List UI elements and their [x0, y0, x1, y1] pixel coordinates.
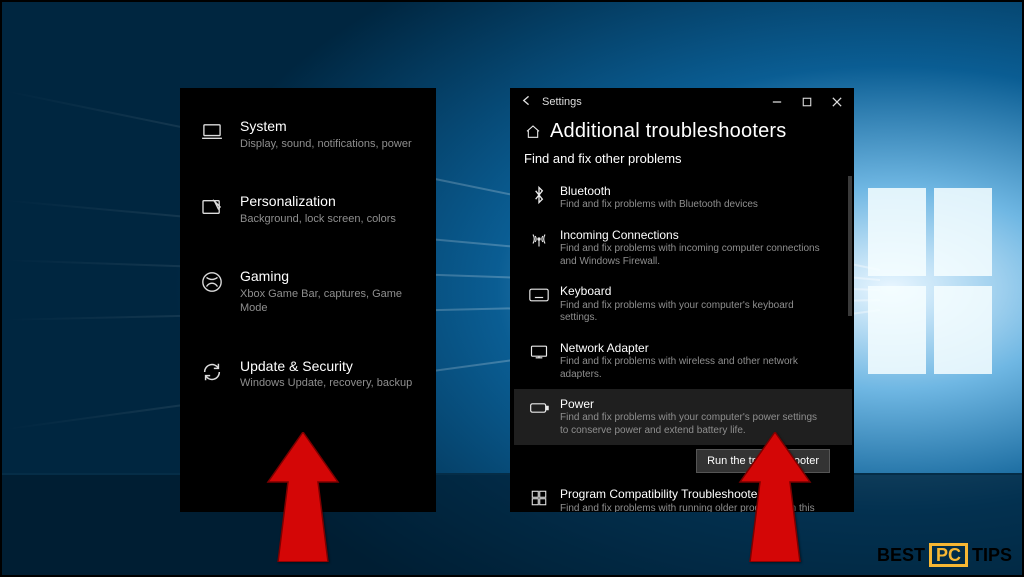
watermark-left: BEST — [877, 545, 925, 566]
watermark-mid: PC — [929, 543, 968, 567]
ts-item-desc: Find and fix problems with incoming comp… — [560, 243, 822, 268]
category-title: System — [240, 118, 412, 135]
ts-item-desc: Find and fix problems with your computer… — [560, 300, 822, 325]
ts-item-title: Network Adapter — [560, 341, 822, 355]
category-personalization[interactable]: Personalization Background, lock screen,… — [180, 183, 436, 236]
ts-item-title: Keyboard — [560, 284, 822, 298]
page-title: Additional troubleshooters — [550, 120, 786, 143]
category-title: Update & Security — [240, 358, 412, 375]
window-titlebar: Settings — [510, 88, 854, 116]
power-icon — [528, 397, 550, 419]
category-system[interactable]: System Display, sound, notifications, po… — [180, 108, 436, 161]
watermark-right: TIPS — [972, 545, 1012, 566]
window-title: Settings — [542, 96, 582, 108]
ts-item-title: Incoming Connections — [560, 228, 822, 242]
keyboard-icon — [528, 284, 550, 306]
category-subtitle: Display, sound, notifications, power — [240, 137, 412, 151]
back-button[interactable] — [518, 95, 534, 109]
page-subheading: Find and fix other problems — [510, 145, 854, 176]
personalize-icon — [198, 193, 226, 221]
ts-item-desc: Find and fix problems with wireless and … — [560, 356, 822, 381]
category-subtitle: Xbox Game Bar, captures, Game Mode — [240, 287, 418, 316]
close-button[interactable] — [822, 88, 852, 116]
category-subtitle: Windows Update, recovery, backup — [240, 376, 412, 390]
troubleshooter-bluetooth[interactable]: Bluetooth Find and fix problems with Blu… — [514, 176, 852, 220]
antenna-icon — [528, 228, 550, 250]
xbox-icon — [198, 268, 226, 296]
network-icon — [528, 341, 550, 363]
scrollbar-thumb[interactable] — [848, 176, 852, 316]
category-title: Gaming — [240, 268, 418, 285]
minimize-button[interactable] — [762, 88, 792, 116]
ts-item-title: Power — [560, 397, 822, 411]
update-icon — [198, 358, 226, 386]
troubleshooter-incoming-connections[interactable]: Incoming Connections Find and fix proble… — [514, 220, 852, 276]
home-icon[interactable] — [524, 123, 542, 141]
troubleshooter-network-adapter[interactable]: Network Adapter Find and fix problems wi… — [514, 333, 852, 389]
watermark: BEST PC TIPS — [877, 543, 1012, 567]
ts-item-desc: Find and fix problems with Bluetooth dev… — [560, 199, 758, 212]
scrollbar[interactable] — [848, 176, 852, 512]
ts-item-title: Bluetooth — [560, 184, 758, 198]
page-heading-row: Additional troubleshooters — [510, 116, 854, 145]
category-update-security[interactable]: Update & Security Windows Update, recove… — [180, 348, 436, 401]
category-subtitle: Background, lock screen, colors — [240, 212, 396, 226]
maximize-button[interactable] — [792, 88, 822, 116]
troubleshooter-keyboard[interactable]: Keyboard Find and fix problems with your… — [514, 276, 852, 332]
compat-icon — [528, 487, 550, 509]
bluetooth-icon — [528, 184, 550, 206]
annotation-arrow-right — [730, 432, 820, 562]
annotation-arrow-left — [258, 432, 348, 562]
category-gaming[interactable]: Gaming Xbox Game Bar, captures, Game Mod… — [180, 258, 436, 325]
laptop-icon — [198, 118, 226, 146]
category-title: Personalization — [240, 193, 396, 210]
